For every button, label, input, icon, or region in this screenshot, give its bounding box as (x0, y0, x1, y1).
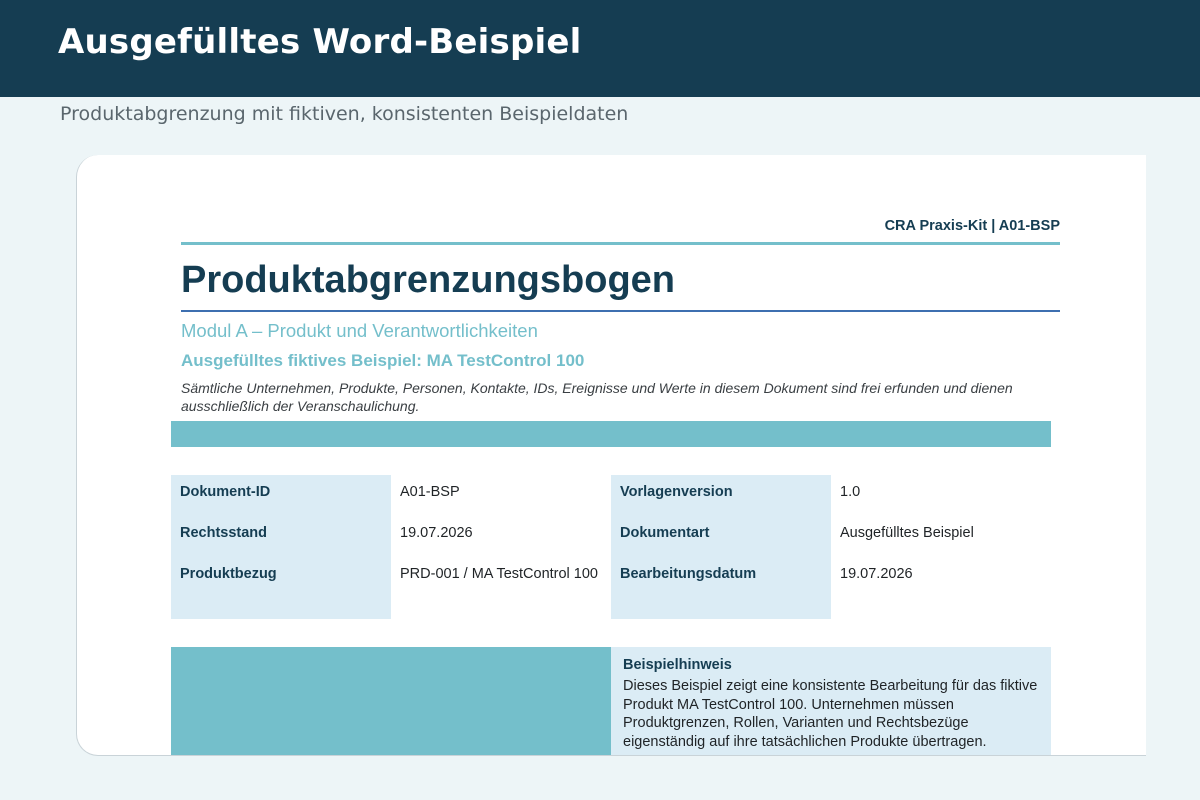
document-disclaimer: Sämtliche Unternehmen, Produkte, Persone… (181, 380, 1013, 414)
title-rule (181, 310, 1060, 312)
teal-banner (171, 421, 1051, 447)
note-accent-block (171, 647, 611, 755)
document-module: Modul A – Produkt und Verantwortlichkeit… (181, 320, 538, 341)
page-subtitle: Produktabgrenzung mit fiktiven, konsiste… (60, 103, 629, 125)
meta-label-template-version: Vorlagenversion (620, 484, 733, 500)
meta-value-legal-status: 19.07.2026 (400, 525, 473, 541)
example-note-title: Beispielhinweis (623, 657, 732, 673)
meta-value-document-id: A01-BSP (400, 484, 460, 500)
document-example-title: Ausgefülltes fiktives Beispiel: MA TestC… (181, 351, 585, 370)
meta-label-product-ref: Produktbezug (180, 566, 277, 582)
example-note: Beispielhinweis Dieses Beispiel zeigt ei… (611, 647, 1051, 755)
meta-value-template-version: 1.0 (840, 484, 861, 500)
meta-label-document-id: Dokument-ID (180, 484, 271, 500)
meta-label-edit-date: Bearbeitungsdatum (620, 566, 757, 582)
document-title: Produktabgrenzungsbogen (181, 259, 675, 301)
page-title: Ausgefülltes Word-Beispiel (58, 22, 582, 62)
meta-label-document-type: Dokumentart (620, 525, 710, 541)
metadata-table: Dokument-ID A01-BSP Rechtsstand 19.07.20… (171, 475, 1051, 619)
example-note-text: Dieses Beispiel zeigt eine konsistente B… (623, 678, 1038, 750)
meta-value-document-type: Ausgefülltes Beispiel (840, 525, 974, 541)
page-header: Ausgefülltes Word-Beispiel (0, 0, 1200, 97)
header-rule (181, 242, 1060, 245)
document-running-header: CRA Praxis-Kit | A01-BSP (884, 218, 1060, 234)
document-preview[interactable]: CRA Praxis-Kit | A01-BSP Produktabgrenzu… (76, 155, 1146, 756)
meta-label-legal-status: Rechtsstand (180, 525, 268, 541)
meta-value-edit-date: 19.07.2026 (840, 566, 913, 582)
meta-value-product-ref: PRD-001 / MA TestControl 100 (400, 566, 598, 582)
